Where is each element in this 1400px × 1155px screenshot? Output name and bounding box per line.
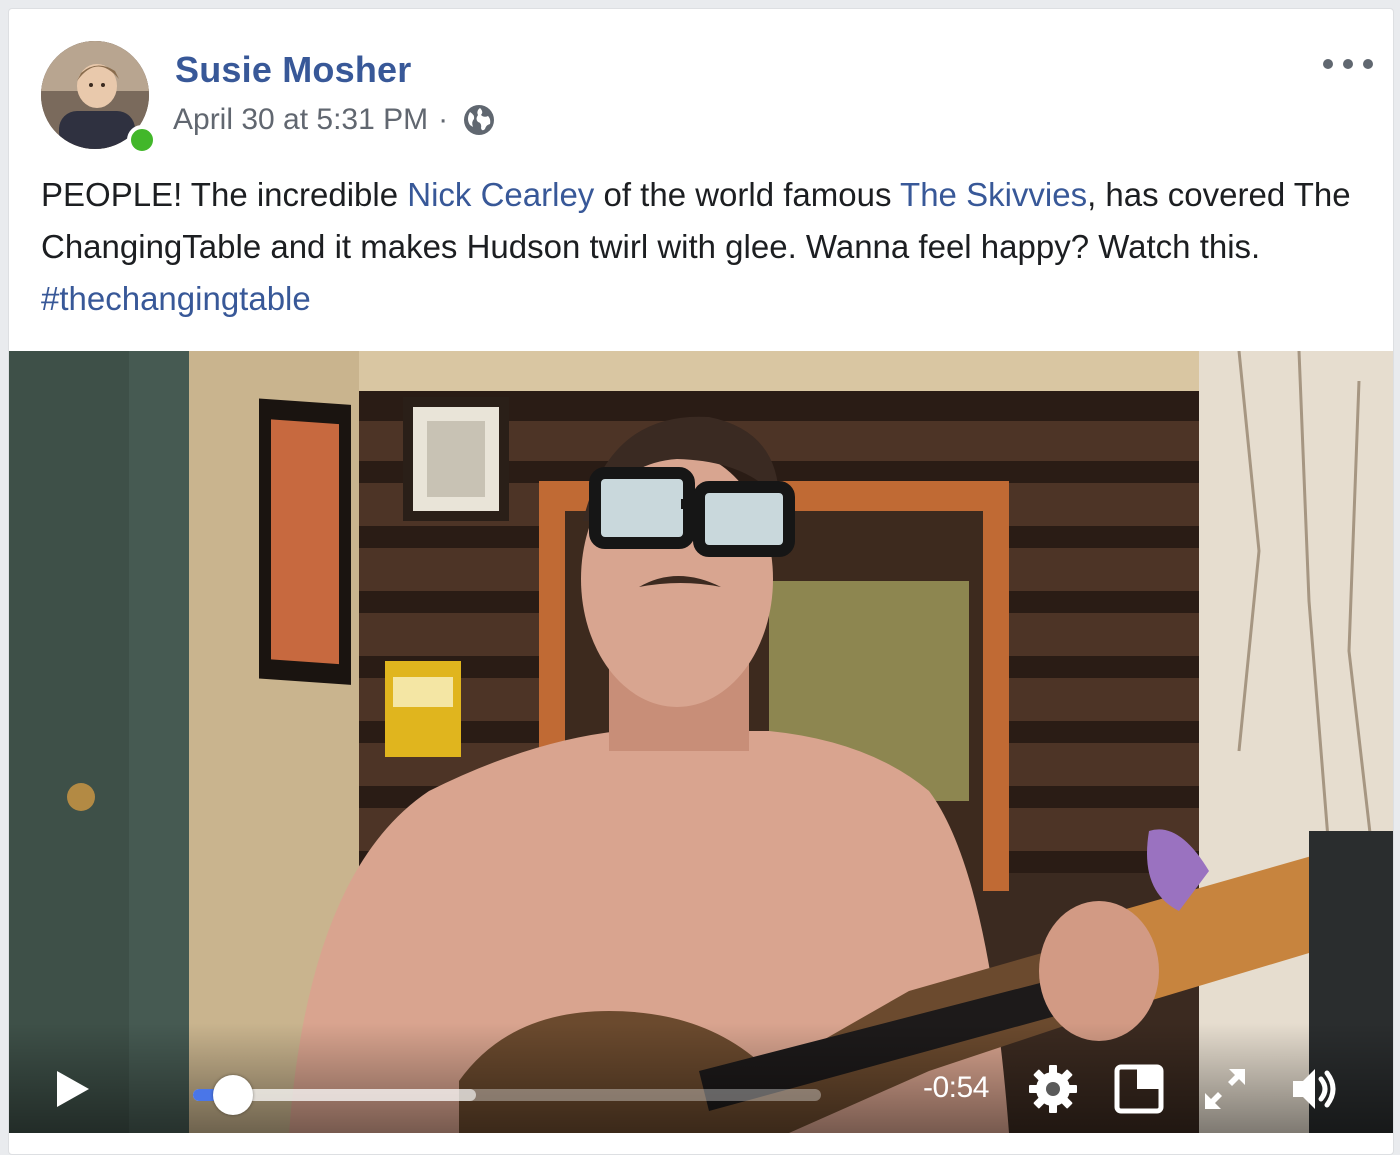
hashtag-link[interactable]: #thechangingtable: [41, 280, 311, 317]
more-options-icon-dot: [1363, 59, 1373, 69]
settings-gear-icon[interactable]: [1027, 1063, 1079, 1115]
mention-link[interactable]: Nick Cearley: [407, 176, 594, 213]
post-message: PEOPLE! The incredible Nick Cearley of t…: [41, 169, 1361, 325]
mention-link[interactable]: The Skivvies: [900, 176, 1087, 213]
more-options-button[interactable]: [1323, 49, 1373, 79]
post-timestamp[interactable]: April 30 at 5:31 PM: [173, 103, 428, 137]
post-text-part: PEOPLE! The incredible: [41, 176, 408, 213]
play-icon[interactable]: [53, 1069, 93, 1109]
more-options-icon: [1323, 59, 1333, 69]
fullscreen-icon[interactable]: [1199, 1063, 1251, 1115]
author-avatar[interactable]: [41, 41, 157, 155]
online-status-indicator: [127, 125, 157, 155]
post-text-part: of the world famous: [594, 176, 901, 213]
author-name-link[interactable]: Susie Mosher: [175, 49, 411, 91]
video-progress-bar[interactable]: [193, 1075, 821, 1115]
video-frame: [9, 351, 1393, 1133]
time-remaining: -0:54: [923, 1071, 989, 1104]
volume-icon[interactable]: [1289, 1063, 1341, 1115]
post-meta: April 30 at 5:31 PM ·: [173, 103, 496, 137]
picture-in-picture-icon[interactable]: [1113, 1063, 1165, 1115]
video-controls: -0:54: [9, 1023, 1393, 1133]
progress-scrubber-handle[interactable]: [212, 1075, 253, 1115]
post-card: Susie Mosher April 30 at 5:31 PM · PEOPL…: [8, 8, 1394, 1155]
globe-icon[interactable]: [462, 103, 496, 137]
more-options-icon-dot: [1343, 59, 1353, 69]
meta-separator: ·: [438, 103, 449, 136]
video-player[interactable]: -0:54: [9, 351, 1393, 1133]
